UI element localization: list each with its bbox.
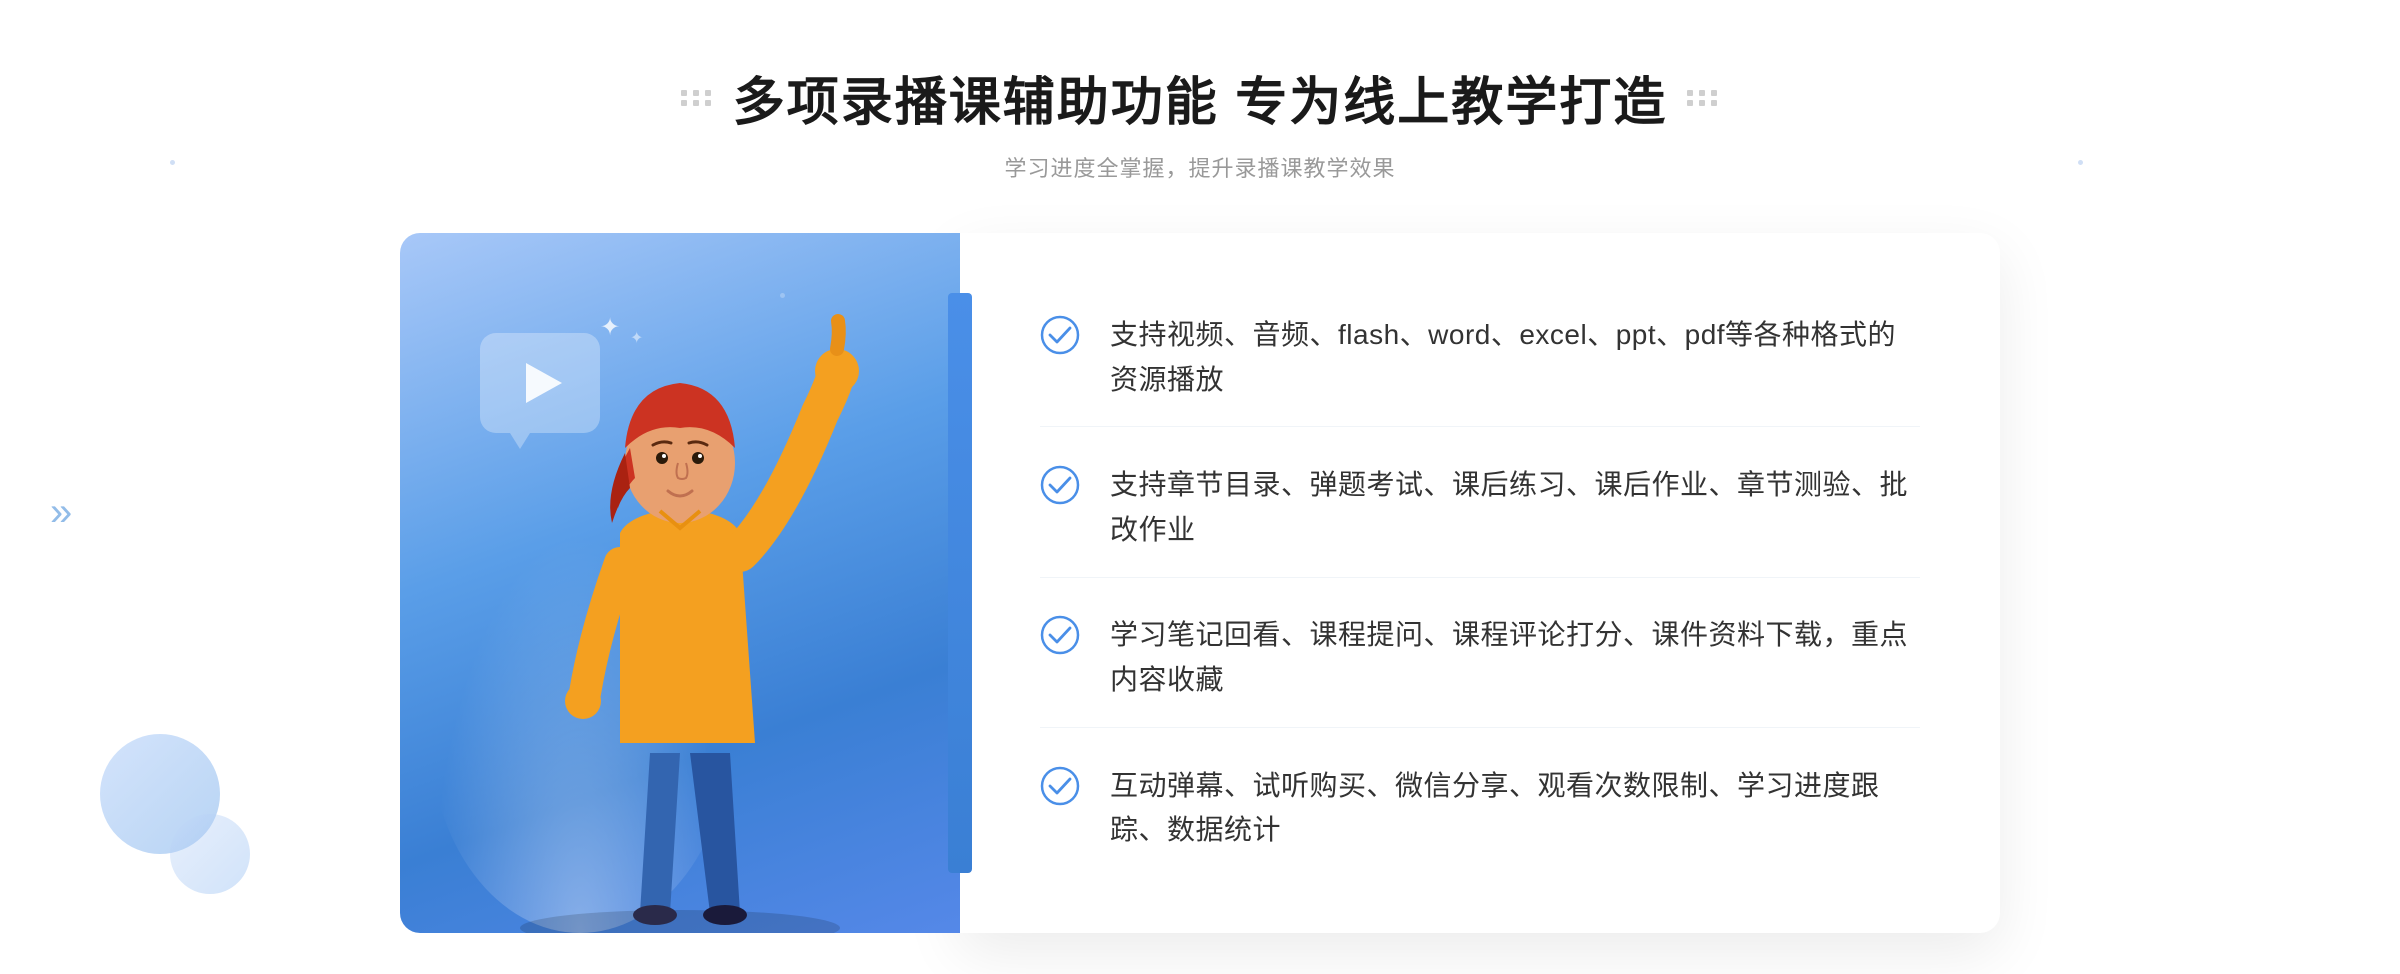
feature-text-2: 支持章节目录、弹题考试、课后练习、课后作业、章节测验、批改作业 (1110, 463, 1920, 553)
person-illustration (400, 233, 960, 933)
feature-item-1: 支持视频、音频、flash、word、excel、ppt、pdf等各种格式的资源… (1040, 289, 1920, 428)
feature-text-3: 学习笔记回看、课程提问、课程评论打分、课件资料下载，重点内容收藏 (1110, 613, 1920, 703)
dot-grid-left: for(let i=0;i<100;i++) document.currentS… (170, 160, 362, 352)
check-icon-2 (1040, 465, 1080, 505)
feature-item-2: 支持章节目录、弹题考试、课后练习、课后作业、章节测验、批改作业 (1040, 439, 1920, 578)
feature-text-4: 互动弹幕、试听购买、微信分享、观看次数限制、学习进度跟踪、数据统计 (1110, 764, 1920, 854)
header-section: 多项录播课辅助功能 专为线上教学打造 学习进度全掌握，提升录播课教学效果 (681, 60, 1719, 183)
check-icon-1 (1040, 315, 1080, 355)
feature-item-3: 学习笔记回看、课程提问、课程评论打分、课件资料下载，重点内容收藏 (1040, 589, 1920, 728)
right-deco (1687, 90, 1719, 106)
dot-grid-right: for(let i=0;i<100;i++) document.currentS… (2078, 160, 2270, 352)
illustration-panel: for(let i=0;i<64;i++) document.currentSc… (400, 233, 960, 933)
feature-item-4: 互动弹幕、试听购买、微信分享、观看次数限制、学习进度跟踪、数据统计 (1040, 740, 1920, 878)
features-panel: 支持视频、音频、flash、word、excel、ppt、pdf等各种格式的资源… (960, 233, 2000, 933)
feature-text-1: 支持视频、音频、flash、word、excel、ppt、pdf等各种格式的资源… (1110, 313, 1920, 403)
sub-title: 学习进度全掌握，提升录播课教学效果 (681, 151, 1719, 183)
main-title: 多项录播课辅助功能 专为线上教学打造 (733, 60, 1667, 135)
content-area: for(let i=0;i<64;i++) document.currentSc… (400, 233, 2000, 933)
deco-circle-2 (170, 814, 250, 894)
left-deco (681, 90, 713, 106)
title-wrapper: 多项录播课辅助功能 专为线上教学打造 (681, 60, 1719, 135)
blue-bar-accent (948, 293, 972, 873)
check-icon-3 (1040, 615, 1080, 655)
check-icon-4 (1040, 766, 1080, 806)
double-arrow-icon: » (50, 490, 72, 535)
page-wrapper: for(let i=0;i<100;i++) document.currentS… (0, 0, 2400, 974)
